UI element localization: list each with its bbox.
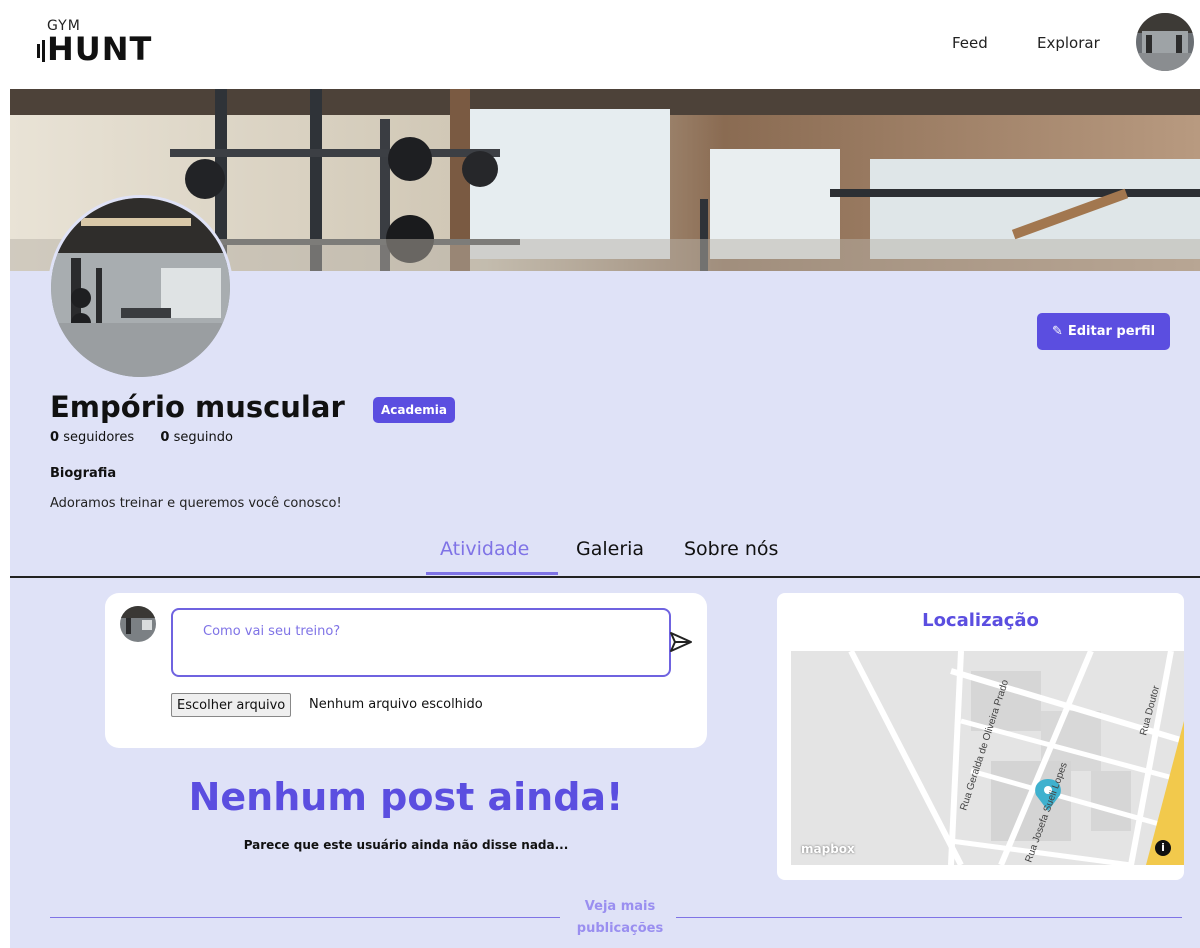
- tab-about[interactable]: Sobre nós: [684, 538, 778, 560]
- bio-text: Adoramos treinar e queremos você conosco…: [50, 496, 342, 511]
- logo-big-text: HUNT: [47, 30, 153, 68]
- choose-file-button[interactable]: Escolher arquivo: [171, 693, 292, 717]
- mapbox-attribution-logo[interactable]: mapbox: [801, 842, 855, 856]
- edit-profile-button[interactable]: ✎ Editar perfil: [1037, 313, 1170, 350]
- tabs-divider: [10, 576, 1200, 578]
- followers-count: 0: [50, 430, 60, 445]
- tab-activity[interactable]: Atividade: [440, 538, 529, 560]
- file-status-text: Nenhum arquivo escolhido: [309, 697, 483, 712]
- following-count: 0: [160, 430, 170, 445]
- nav-feed-link[interactable]: Feed: [952, 34, 988, 52]
- empty-posts-title: Nenhum post ainda!: [188, 775, 624, 819]
- pencil-icon: ✎: [1051, 324, 1063, 339]
- user-avatar[interactable]: [1136, 13, 1194, 71]
- edit-profile-label: Editar perfil: [1067, 324, 1156, 339]
- followers-label[interactable]: seguidores: [63, 430, 134, 445]
- see-more-divider-left: [50, 917, 560, 918]
- post-text-input[interactable]: Como vai seu treino?: [171, 608, 671, 677]
- composer-avatar: [120, 606, 156, 642]
- send-icon[interactable]: [669, 631, 693, 653]
- location-card: Localização Rua Geralda de Oliveira Prad…: [777, 593, 1184, 880]
- following-label[interactable]: seguindo: [174, 430, 233, 445]
- active-tab-indicator: [426, 572, 558, 575]
- location-title: Localização: [922, 610, 1039, 631]
- profile-tabs: Atividade Galeria Sobre nós: [0, 538, 1200, 578]
- profile-avatar[interactable]: [48, 195, 233, 380]
- empty-posts-subtitle: Parece que este usuário ainda não disse …: [243, 838, 569, 852]
- info-icon[interactable]: i: [1155, 840, 1171, 856]
- tab-gallery[interactable]: Galeria: [576, 538, 644, 560]
- profile-name: Empório muscular: [50, 390, 345, 424]
- follow-stats: 0 seguidores 0 seguindo: [50, 430, 233, 445]
- nav-explore-link[interactable]: Explorar: [1037, 34, 1100, 52]
- post-composer: Como vai seu treino? Escolher arquivo Ne…: [105, 593, 707, 748]
- see-more-posts-link[interactable]: Veja mais publicações: [555, 896, 685, 940]
- location-map[interactable]: Rua Geralda de Oliveira Prado Rua Doutor…: [791, 651, 1184, 865]
- see-more-divider-right: [676, 917, 1182, 918]
- bio-heading: Biografia: [50, 466, 117, 481]
- profile-type-badge: Academia: [373, 397, 455, 423]
- gymhunt-logo[interactable]: GYM HUNT: [37, 18, 167, 74]
- top-header: GYM HUNT Feed Explorar: [0, 0, 1200, 90]
